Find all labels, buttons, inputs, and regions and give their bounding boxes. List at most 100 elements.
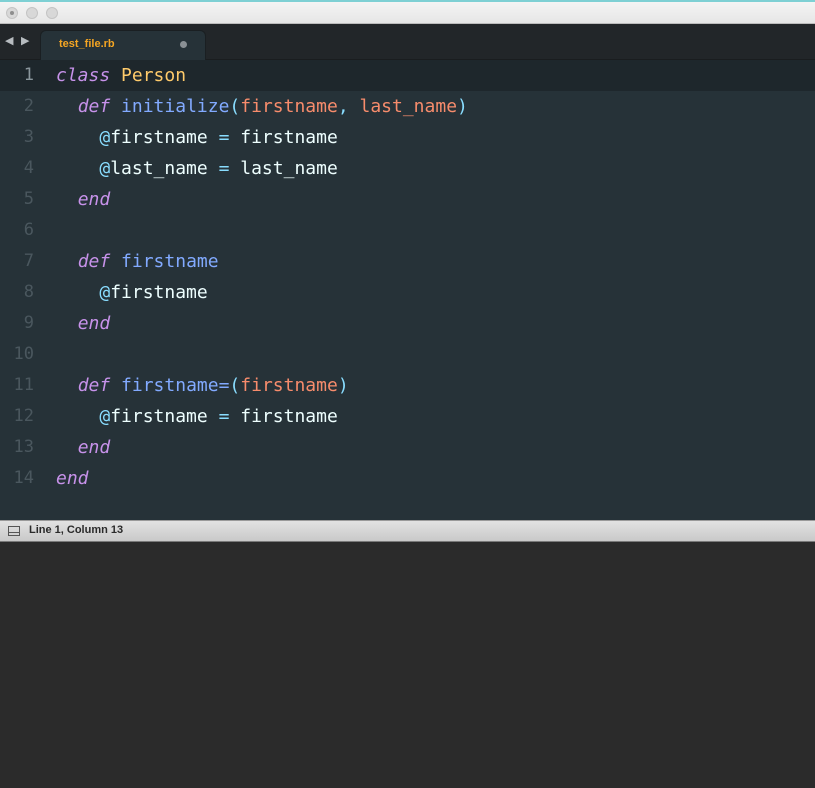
- line-number: 4: [23, 158, 34, 178]
- line-number: 7: [23, 251, 34, 271]
- code-token: last_name: [110, 158, 219, 179]
- code-token: def: [77, 96, 111, 117]
- line-number: 5: [23, 189, 34, 209]
- code-token: firstname: [229, 127, 338, 148]
- code-token: firstname: [121, 251, 219, 272]
- code-token: Person: [121, 65, 187, 86]
- line-number: 6: [23, 220, 34, 240]
- code-token: firstname: [110, 127, 219, 148]
- code-line[interactable]: 4 @last_name = last_name: [0, 153, 815, 184]
- code-text: end: [56, 308, 111, 339]
- minimize-window-button[interactable]: [26, 7, 38, 19]
- code-token: =: [218, 127, 230, 148]
- code-text: end: [56, 432, 111, 463]
- code-line[interactable]: 9 end: [0, 308, 815, 339]
- code-token: end: [77, 313, 111, 334]
- close-window-button[interactable]: [6, 7, 18, 19]
- line-number: 11: [13, 375, 34, 395]
- code-text: def firstname: [56, 246, 219, 277]
- code-text: @firstname = firstname: [56, 122, 338, 153]
- code-token: @: [99, 282, 111, 303]
- editor-window: ◀ ▶ test_file.rb 1 class Person 2 def init…: [0, 0, 815, 788]
- tab-bar: ◀ ▶ test_file.rb: [0, 24, 815, 60]
- code-token: end: [77, 437, 111, 458]
- code-token: =: [218, 158, 230, 179]
- tab-test-file[interactable]: test_file.rb: [40, 30, 206, 60]
- code-line[interactable]: 14 end: [0, 463, 815, 494]
- code-token: ): [457, 96, 468, 117]
- code-text: class Person: [56, 60, 186, 91]
- line-number: 12: [13, 406, 34, 426]
- code-text: def firstname=(firstname): [56, 370, 349, 401]
- code-token: @: [99, 158, 111, 179]
- code-token: (: [229, 96, 241, 117]
- line-number: 13: [13, 437, 34, 457]
- code-token: @: [99, 406, 111, 427]
- code-line[interactable]: 1 class Person: [0, 60, 815, 91]
- code-line[interactable]: 10: [0, 339, 815, 370]
- panel-toggle-icon[interactable]: [8, 526, 20, 536]
- code-token: last_name: [229, 158, 338, 179]
- code-line[interactable]: 3 @firstname = firstname: [0, 122, 815, 153]
- code-line[interactable]: 13 end: [0, 432, 815, 463]
- code-token: ,: [337, 96, 349, 117]
- code-token: =: [218, 406, 230, 427]
- code-token: def: [77, 375, 111, 396]
- tab-label: test_file.rb: [59, 38, 115, 50]
- code-token: firstname: [240, 96, 338, 117]
- code-text: def initialize(firstname, last_name): [56, 91, 468, 122]
- code-line[interactable]: 5 end: [0, 184, 815, 215]
- code-line[interactable]: 7 def firstname: [0, 246, 815, 277]
- forward-arrow-icon[interactable]: ▶: [21, 35, 29, 47]
- code-text: @firstname: [56, 277, 208, 308]
- line-number: 14: [13, 468, 34, 488]
- code-token: firstname: [240, 375, 338, 396]
- line-number: 8: [23, 282, 34, 302]
- zoom-window-button[interactable]: [46, 7, 58, 19]
- back-arrow-icon[interactable]: ◀: [5, 35, 13, 47]
- code-line[interactable]: 12 @firstname = firstname: [0, 401, 815, 432]
- status-bar: Line 1, Column 13: [0, 520, 815, 542]
- code-text: @firstname = firstname: [56, 401, 338, 432]
- code-line[interactable]: 11 def firstname=(firstname): [0, 370, 815, 401]
- code-token: end: [77, 189, 111, 210]
- code-token: firstname: [110, 406, 219, 427]
- unsaved-dot-icon[interactable]: [180, 41, 187, 48]
- line-number: 9: [23, 313, 34, 333]
- code-token: last_name: [359, 96, 458, 117]
- code-editor[interactable]: 1 class Person 2 def initialize(firstname,…: [0, 60, 815, 520]
- code-token: @: [99, 127, 111, 148]
- code-line[interactable]: 8 @firstname: [0, 277, 815, 308]
- code-token: end: [56, 468, 89, 489]
- line-number: 1: [23, 65, 34, 85]
- line-number: 2: [23, 96, 34, 116]
- code-token: class: [56, 65, 111, 86]
- cursor-position: Line 1, Column 13: [29, 524, 124, 536]
- code-token: firstname: [110, 282, 208, 303]
- code-token: initialize: [121, 96, 230, 117]
- code-line[interactable]: 6: [0, 215, 815, 246]
- title-bar: [0, 0, 815, 24]
- code-token: def: [77, 251, 111, 272]
- line-number: 10: [13, 344, 34, 364]
- code-text: end: [56, 184, 111, 215]
- code-token: (: [229, 375, 241, 396]
- code-token: firstname=: [121, 375, 230, 396]
- code-line[interactable]: 2 def initialize(firstname, last_name): [0, 91, 815, 122]
- code-token: firstname: [229, 406, 338, 427]
